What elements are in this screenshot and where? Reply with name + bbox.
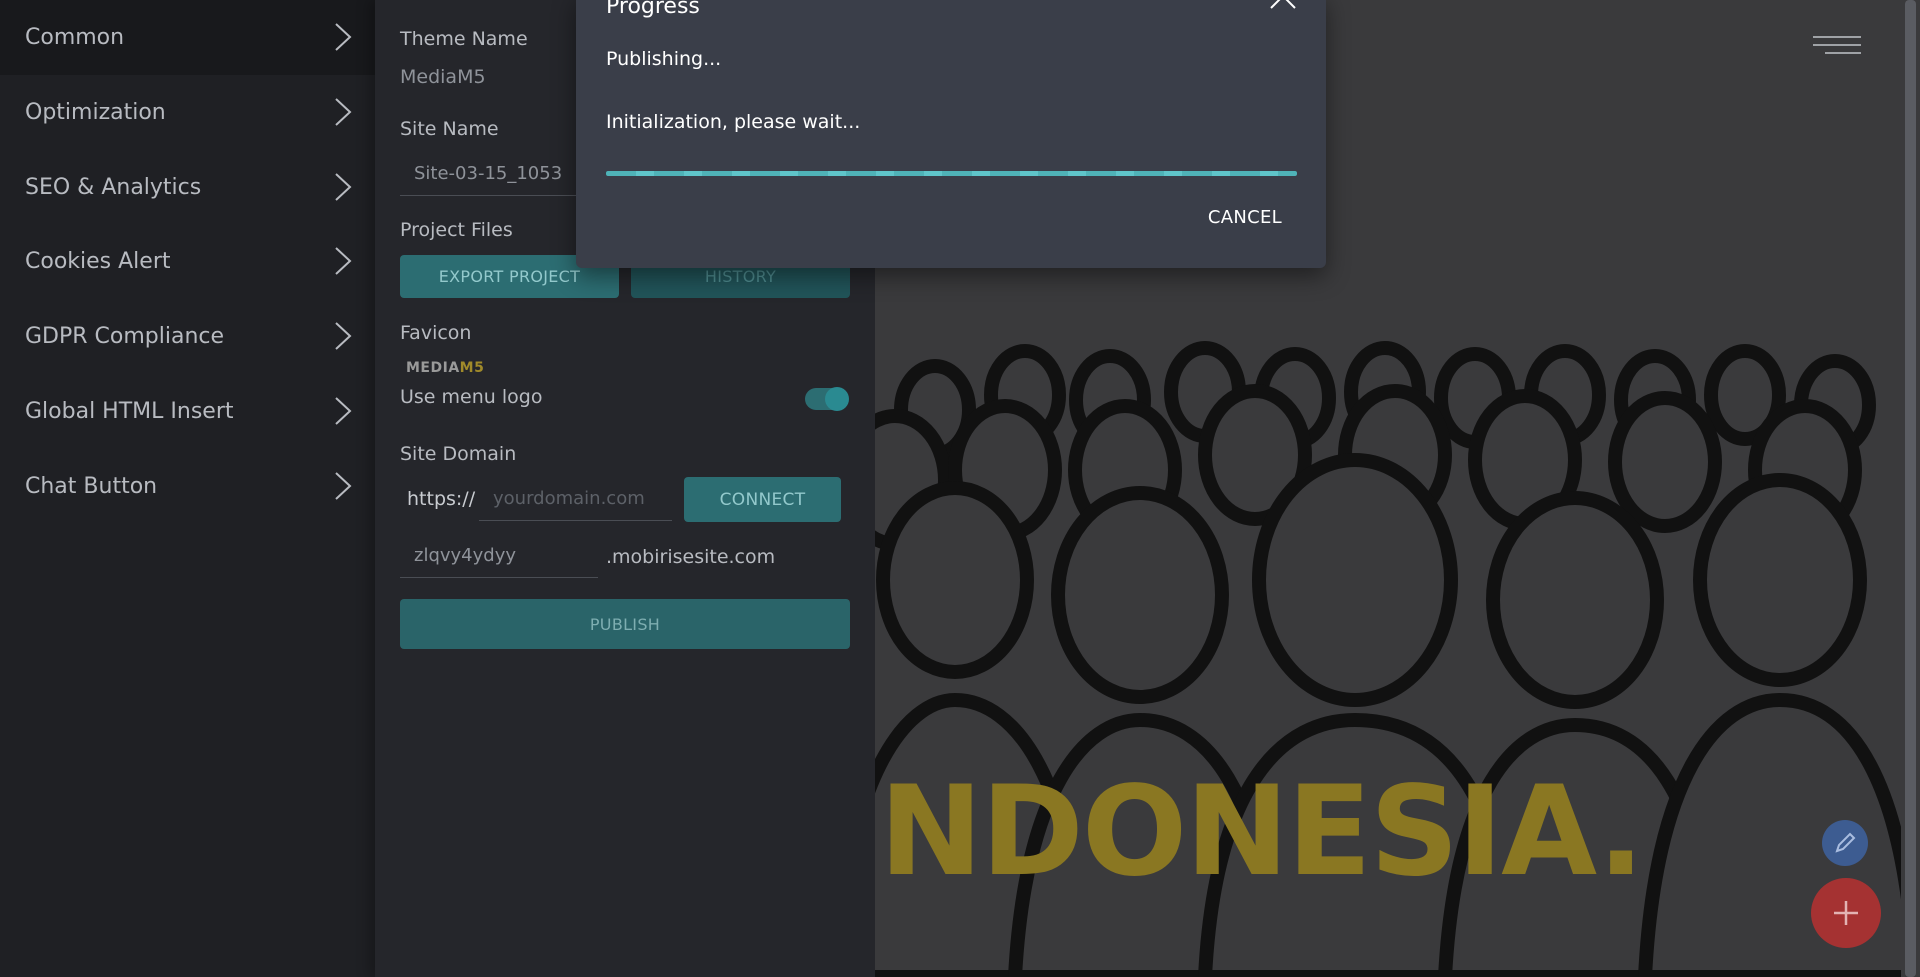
dialog-detail-text: Initialization, please wait... xyxy=(606,111,861,133)
subdomain-input[interactable] xyxy=(400,534,598,578)
menu-item-optimization[interactable]: Optimization xyxy=(0,75,375,150)
settings-menu: Common Optimization SEO & Analytics Cook… xyxy=(0,0,375,977)
menu-item-label: GDPR Compliance xyxy=(25,324,225,349)
chevron-right-icon xyxy=(335,98,352,126)
pencil-icon xyxy=(1835,832,1856,853)
scrollbar[interactable] xyxy=(1901,0,1920,977)
plus-icon xyxy=(1834,901,1858,925)
menu-item-global-html-insert[interactable]: Global HTML Insert xyxy=(0,374,375,449)
scrollbar-thumb[interactable] xyxy=(1905,0,1916,977)
theme-name-label: Theme Name xyxy=(400,28,528,50)
menu-item-cookies-alert[interactable]: Cookies Alert xyxy=(0,224,375,299)
chevron-right-icon xyxy=(335,23,352,51)
use-menu-logo-label: Use menu logo xyxy=(400,386,543,408)
hamburger-line xyxy=(1825,52,1861,54)
progress-bar xyxy=(606,171,1297,176)
menu-item-label: Chat Button xyxy=(25,474,158,499)
use-menu-logo-toggle[interactable] xyxy=(805,387,849,411)
favicon-label: Favicon xyxy=(400,322,472,344)
chevron-right-icon xyxy=(335,397,352,425)
hero-headline: INDONESIA. xyxy=(875,760,1645,904)
progress-dialog: Progress Publishing... Initialization, p… xyxy=(576,0,1326,268)
chevron-right-icon xyxy=(335,472,352,500)
menu-item-label: Optimization xyxy=(25,100,166,125)
edit-block-button[interactable] xyxy=(1822,820,1868,866)
menu-item-label: SEO & Analytics xyxy=(25,175,202,200)
publish-button[interactable]: PUBLISH xyxy=(400,599,850,649)
theme-name-value: MediaM5 xyxy=(400,66,486,88)
chevron-right-icon xyxy=(335,247,352,275)
menu-item-label: Common xyxy=(25,25,125,50)
menu-item-label: Global HTML Insert xyxy=(25,399,234,424)
domain-prefix: https:// xyxy=(407,488,476,510)
chevron-right-icon xyxy=(335,322,352,350)
chevron-right-icon xyxy=(335,173,352,201)
site-domain-label: Site Domain xyxy=(400,443,517,465)
favicon-logo-text-a: MEDIA xyxy=(406,360,460,376)
hamburger-line xyxy=(1813,36,1861,38)
subdomain-suffix: .mobirisesite.com xyxy=(606,546,776,568)
project-files-label: Project Files xyxy=(400,219,513,241)
dialog-status-text: Publishing... xyxy=(606,48,722,70)
menu-item-gdpr-compliance[interactable]: GDPR Compliance xyxy=(0,299,375,374)
connect-button[interactable]: CONNECT xyxy=(684,477,841,522)
hamburger-menu-icon[interactable] xyxy=(1813,32,1861,58)
toggle-knob xyxy=(825,387,849,411)
dialog-title: Progress xyxy=(606,0,700,19)
menu-item-chat-button[interactable]: Chat Button xyxy=(0,449,375,524)
hamburger-line xyxy=(1813,44,1861,46)
domain-input[interactable] xyxy=(479,477,672,521)
site-name-label: Site Name xyxy=(400,118,499,140)
menu-item-label: Cookies Alert xyxy=(25,249,171,274)
progress-bar-fill xyxy=(606,171,1297,176)
favicon-logo[interactable]: MEDIAM5 xyxy=(406,360,484,376)
close-icon[interactable] xyxy=(1268,0,1298,18)
site-name-input[interactable] xyxy=(400,152,600,196)
menu-item-seo-analytics[interactable]: SEO & Analytics xyxy=(0,150,375,225)
add-block-button[interactable] xyxy=(1811,878,1881,948)
favicon-logo-text-b: M5 xyxy=(459,360,485,376)
cancel-button[interactable]: CANCEL xyxy=(1208,207,1282,228)
menu-item-common[interactable]: Common xyxy=(0,0,375,75)
